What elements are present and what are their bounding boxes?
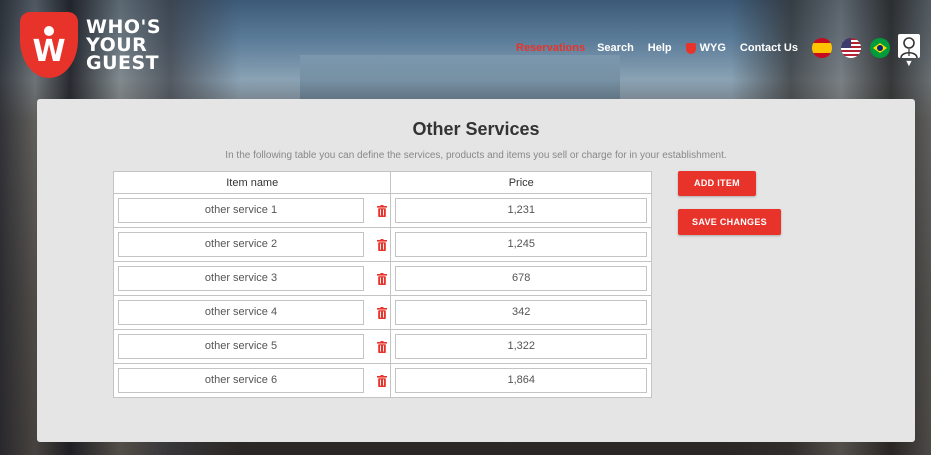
item-name-input[interactable]: other service 5 (118, 334, 364, 359)
table-row: other service 6 1,864 (112, 363, 652, 398)
table-row: other service 4 342 (112, 295, 652, 330)
item-name-input[interactable]: other service 1 (118, 198, 364, 223)
page-title: Other Services (412, 119, 540, 139)
price-input[interactable]: 342 (395, 300, 647, 325)
chevron-down-icon: ▼ (904, 58, 914, 68)
price-input[interactable]: 1,231 (395, 198, 647, 223)
trash-icon[interactable] (377, 341, 387, 353)
item-name-input[interactable]: other service 6 (118, 368, 364, 393)
logo-line-3: GUEST (86, 52, 160, 74)
table-row: other service 2 1,245 (112, 227, 652, 262)
table-row: other service 3 678 (112, 261, 652, 296)
user-avatar-icon (898, 34, 920, 58)
trash-icon[interactable] (377, 307, 387, 319)
price-input[interactable]: 678 (395, 266, 647, 291)
other-services-panel: Other Services In the following table yo… (37, 99, 915, 442)
brazil-flag-icon[interactable] (869, 38, 890, 58)
save-changes-button[interactable]: SAVE CHANGES (678, 209, 781, 235)
nav-contact-us[interactable]: Contact Us (740, 42, 798, 54)
main-nav: Reservations Search Help WYG Contact Us (516, 38, 899, 58)
nav-wyg-label: WYG (699, 42, 726, 54)
trash-icon[interactable] (377, 375, 387, 387)
item-name-input[interactable]: other service 4 (118, 300, 364, 325)
table-row: other service 5 1,322 (112, 329, 652, 364)
nav-search[interactable]: Search (597, 42, 634, 54)
column-header-price: Price (390, 171, 652, 194)
price-input[interactable]: 1,245 (395, 232, 647, 257)
trash-icon[interactable] (377, 239, 387, 251)
wyg-shield-icon (685, 42, 696, 54)
item-name-input[interactable]: other service 2 (118, 232, 364, 257)
trash-icon[interactable] (377, 205, 387, 217)
add-item-button[interactable]: ADD ITEM (678, 171, 756, 196)
brand-logo[interactable]: W WHO'S YOUR GUEST (20, 12, 161, 78)
background-sea (300, 55, 620, 100)
page-subtitle: In the following table you can define th… (225, 150, 727, 161)
logo-shield-icon: W (20, 12, 78, 78)
item-name-input[interactable]: other service 3 (118, 266, 364, 291)
price-input[interactable]: 1,864 (395, 368, 647, 393)
table-row: other service 1 1,231 (112, 193, 652, 228)
logo-wordmark: WHO'S YOUR GUEST (86, 18, 161, 74)
spain-flag-icon[interactable] (811, 38, 832, 58)
usa-flag-icon[interactable] (840, 38, 861, 58)
table-header-row: Item name Price (112, 171, 652, 194)
trash-icon[interactable] (377, 273, 387, 285)
column-header-item-name: Item name (112, 171, 392, 194)
nav-help[interactable]: Help (648, 42, 672, 54)
nav-reservations[interactable]: Reservations (516, 42, 585, 54)
price-input[interactable]: 1,322 (395, 334, 647, 359)
nav-wyg[interactable]: WYG (685, 42, 726, 54)
services-table: Item name Price other service 1 1,231 ot… (112, 171, 652, 398)
user-menu[interactable]: ▼ (895, 34, 923, 68)
